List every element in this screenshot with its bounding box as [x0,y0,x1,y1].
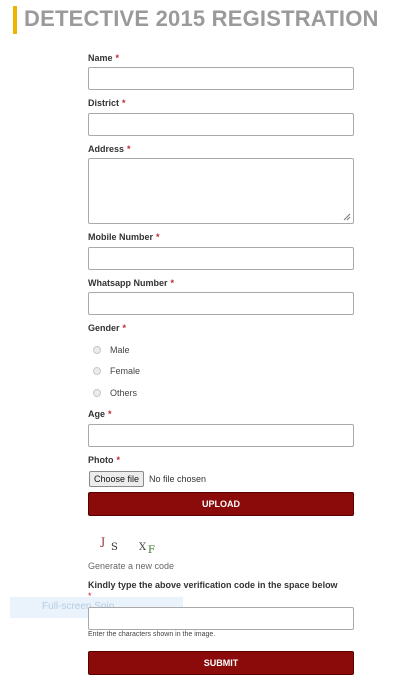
required-marker: * [108,409,112,419]
whatsapp-input[interactable] [88,292,354,315]
district-input[interactable] [88,113,354,136]
captcha-char: S [111,542,118,553]
mobile-label: Mobile Number * [88,232,160,242]
upload-button[interactable]: UPLOAD [88,492,354,516]
age-label: Age * [88,409,112,419]
mobile-input[interactable] [88,247,354,270]
required-marker: * [127,144,131,154]
district-label: District * [88,98,126,108]
radio-label: Male [110,345,130,355]
captcha-input[interactable] [88,607,354,630]
resize-grip-icon[interactable] [343,213,351,221]
required-marker: * [116,455,121,465]
photo-label: Photo * [88,455,121,465]
captcha-image: J S X F [90,536,170,558]
required-marker: * [122,98,126,108]
address-textarea[interactable] [88,158,354,224]
radio-button[interactable] [93,367,101,375]
captcha-char: X [139,542,147,553]
age-input[interactable] [88,424,354,447]
required-marker: * [170,278,175,288]
captcha-hint: Enter the characters shown in the image. [88,631,216,638]
required-marker: * [122,323,127,333]
captcha-char: F [148,545,155,556]
radio-label: Others [110,388,138,398]
submit-button[interactable]: SUBMIT [88,651,354,675]
gender-option-male[interactable]: Male [93,345,130,355]
required-marker: * [156,232,160,242]
radio-button[interactable] [93,346,101,354]
gender-option-female[interactable]: Female [93,366,140,376]
gender-option-others[interactable]: Others [93,388,137,398]
title-accent-bar [13,6,17,34]
radio-label: Female [110,366,141,376]
whatsapp-label: Whatsapp Number * [88,278,175,288]
name-label: Name * [88,53,120,63]
page-title: DETECTIVE 2015 REGISTRATION [24,6,379,31]
choose-file-button[interactable]: Choose file [89,471,145,487]
gender-label: Gender * [88,323,127,333]
name-input[interactable] [88,67,354,90]
captcha-instruction: Kindly type the above verification code … [88,580,338,590]
file-status: No file chosen [149,474,207,484]
radio-button[interactable] [93,389,101,397]
captcha-char: J [101,537,106,548]
generate-new-code-link[interactable]: Generate a new code [88,561,174,571]
required-marker: * [115,53,120,63]
file-picker: Choose file No file chosen [89,471,206,487]
address-label: Address * [88,144,131,154]
